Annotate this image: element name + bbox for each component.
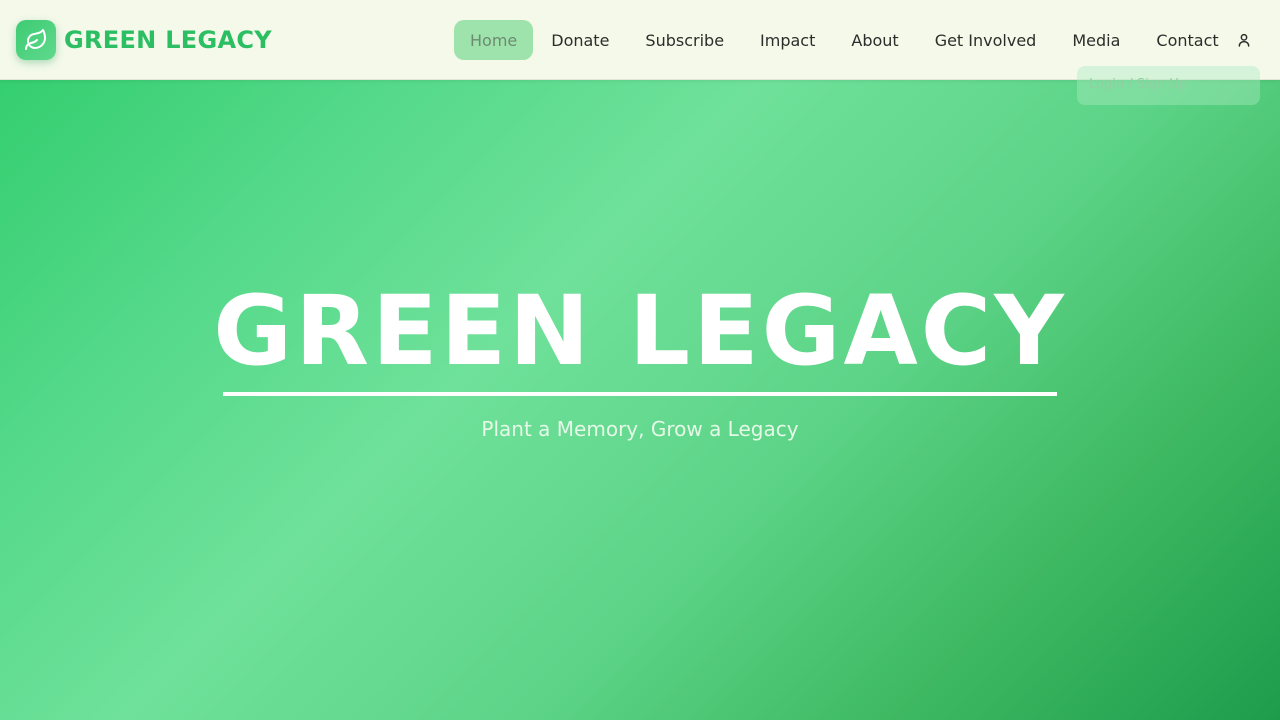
user-dropdown-menu: Login / Sign Up [1077,66,1260,105]
nav-item-about[interactable]: About [833,20,916,60]
brand-link[interactable]: GREEN LEGACY [16,20,272,60]
nav-item-donate[interactable]: Donate [533,20,627,60]
nav-item-home[interactable]: Home [454,20,534,60]
nav-item-get-involved[interactable]: Get Involved [917,20,1055,60]
brand-name: GREEN LEGACY [64,26,272,54]
hero-tagline: Plant a Memory, Grow a Legacy [481,417,799,441]
main-nav: Home Donate Subscribe Impact About Get I… [454,20,1237,60]
hero-section: GREEN LEGACY Plant a Memory, Grow a Lega… [0,80,1280,720]
leaf-icon [25,29,46,50]
nav-item-impact[interactable]: Impact [742,20,833,60]
nav-item-contact[interactable]: Contact [1138,20,1236,60]
hero-divider [223,392,1057,396]
user-menu-button[interactable] [1228,26,1260,54]
hero-title: GREEN LEGACY [213,275,1067,387]
user-icon [1238,33,1250,47]
login-signup-link[interactable]: Login / Sign Up [1089,77,1187,92]
nav-item-media[interactable]: Media [1054,20,1138,60]
brand-logo [16,20,56,60]
nav-item-subscribe[interactable]: Subscribe [627,20,742,60]
